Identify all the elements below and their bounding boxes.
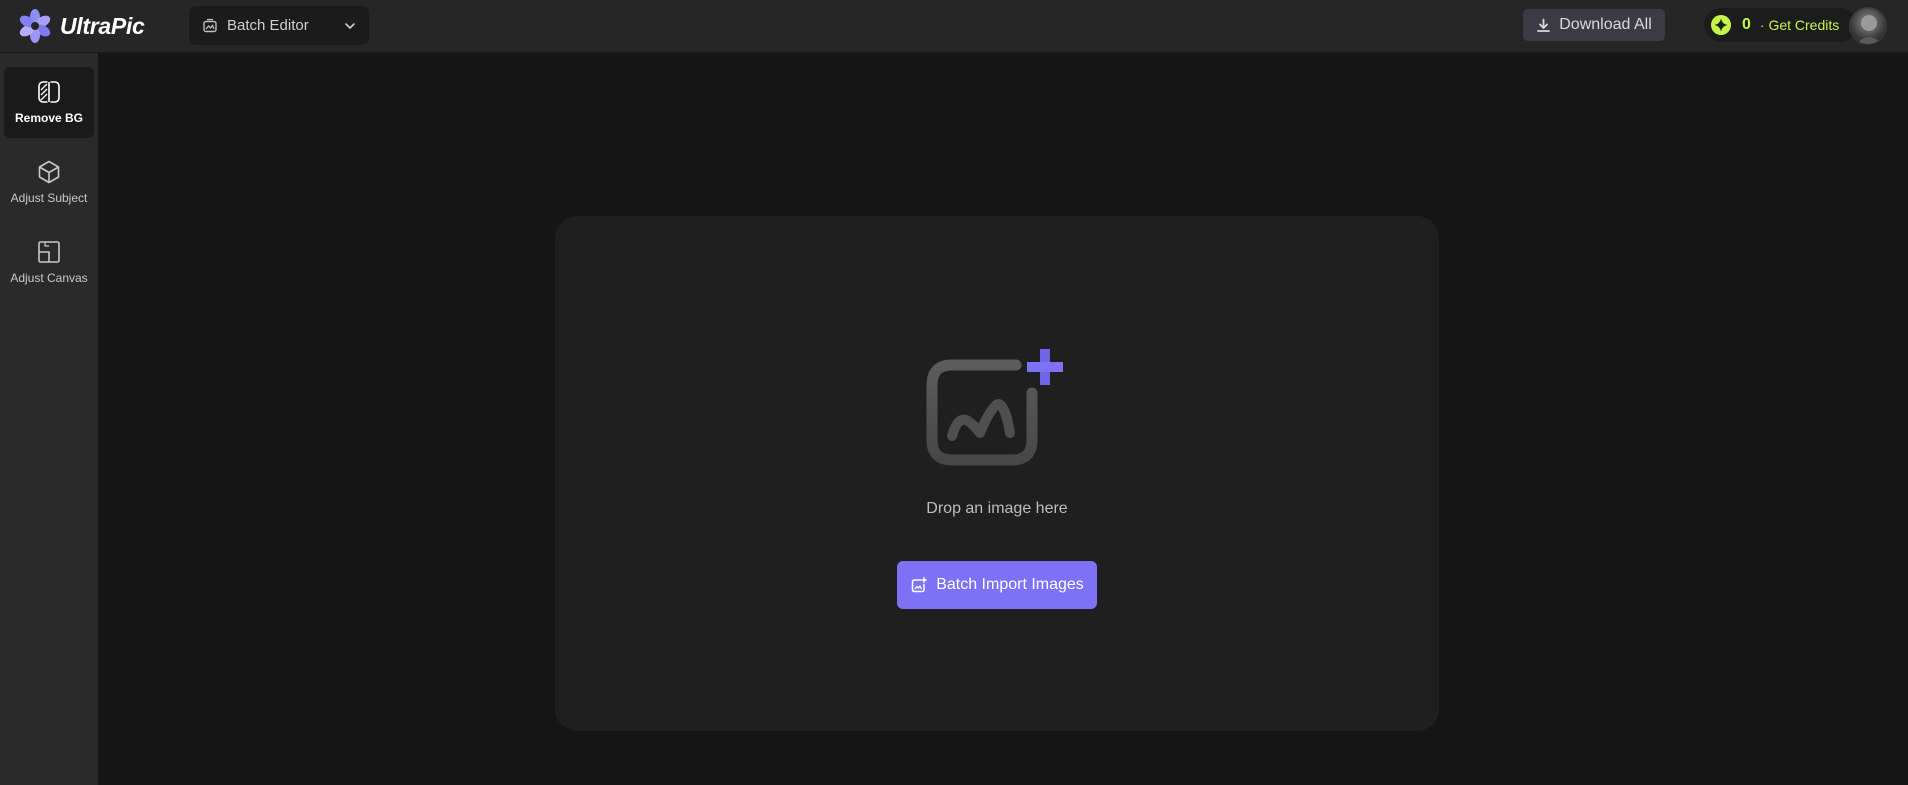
download-all-button[interactable]: Download All (1523, 9, 1665, 41)
main-workspace: Drop an image here Batch Import Images (98, 53, 1908, 785)
sidebar-item-label: Remove BG (14, 111, 84, 125)
sidebar-item-label: Adjust Canvas (10, 271, 88, 285)
remove-bg-icon (38, 80, 60, 104)
download-all-label: Download All (1559, 16, 1652, 33)
user-avatar-icon (1856, 15, 1882, 44)
canvas-icon (38, 241, 60, 263)
top-header: UltraPic Batch Editor Download All 0 · G… (0, 0, 1908, 53)
image-dropzone[interactable]: Drop an image here Batch Import Images (555, 216, 1439, 731)
mode-label: Batch Editor (227, 17, 309, 34)
import-image-icon (911, 576, 928, 592)
logo-icon (19, 9, 51, 43)
mode-dropdown[interactable]: Batch Editor (189, 6, 369, 45)
credits-coin-icon (1711, 15, 1731, 35)
logo[interactable]: UltraPic (18, 8, 145, 44)
batch-import-label: Batch Import Images (936, 576, 1084, 593)
batch-import-button[interactable]: Batch Import Images (897, 561, 1097, 609)
cube-icon (38, 160, 60, 184)
tool-sidebar: Remove BG Adjust Subject Adjust Canvas (0, 53, 98, 785)
image-icon (203, 18, 217, 32)
sidebar-item-label: Adjust Subject (10, 191, 88, 205)
chevron-down-icon (345, 22, 355, 29)
download-icon (1537, 18, 1551, 32)
sidebar-item-adjust-canvas[interactable]: Adjust Canvas (4, 227, 94, 298)
add-image-icon (926, 349, 1063, 466)
credits-badge[interactable]: 0 · Get Credits (1704, 8, 1857, 42)
app-name: UltraPic (60, 12, 145, 39)
sidebar-item-remove-bg[interactable]: Remove BG (4, 67, 94, 138)
drop-hint-text: Drop an image here (926, 500, 1068, 517)
get-credits-link[interactable]: · Get Credits (1760, 17, 1839, 33)
app-root: UltraPic Batch Editor Download All 0 · G… (0, 0, 1908, 785)
avatar[interactable] (1849, 7, 1887, 45)
sidebar-item-adjust-subject[interactable]: Adjust Subject (4, 147, 94, 218)
credits-count: 0 (1742, 16, 1751, 33)
